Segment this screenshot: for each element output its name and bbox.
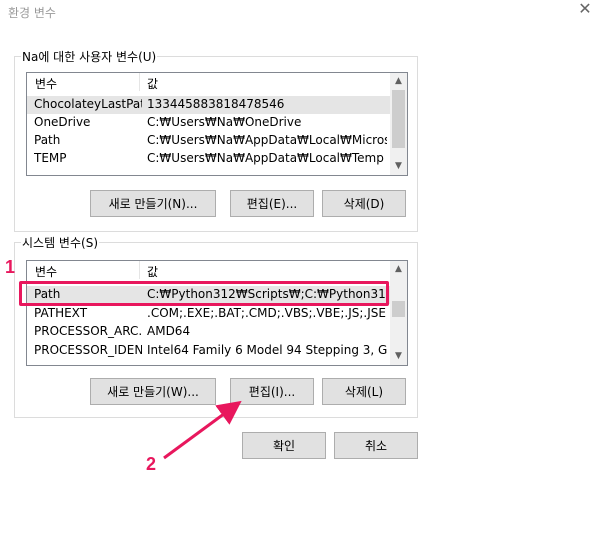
annotation-arrow-icon <box>163 400 242 460</box>
environment-variables-dialog: 환경 변수 ✕ Na에 대한 사용자 변수(U) 변수 값 Chocolatey… <box>0 0 600 560</box>
